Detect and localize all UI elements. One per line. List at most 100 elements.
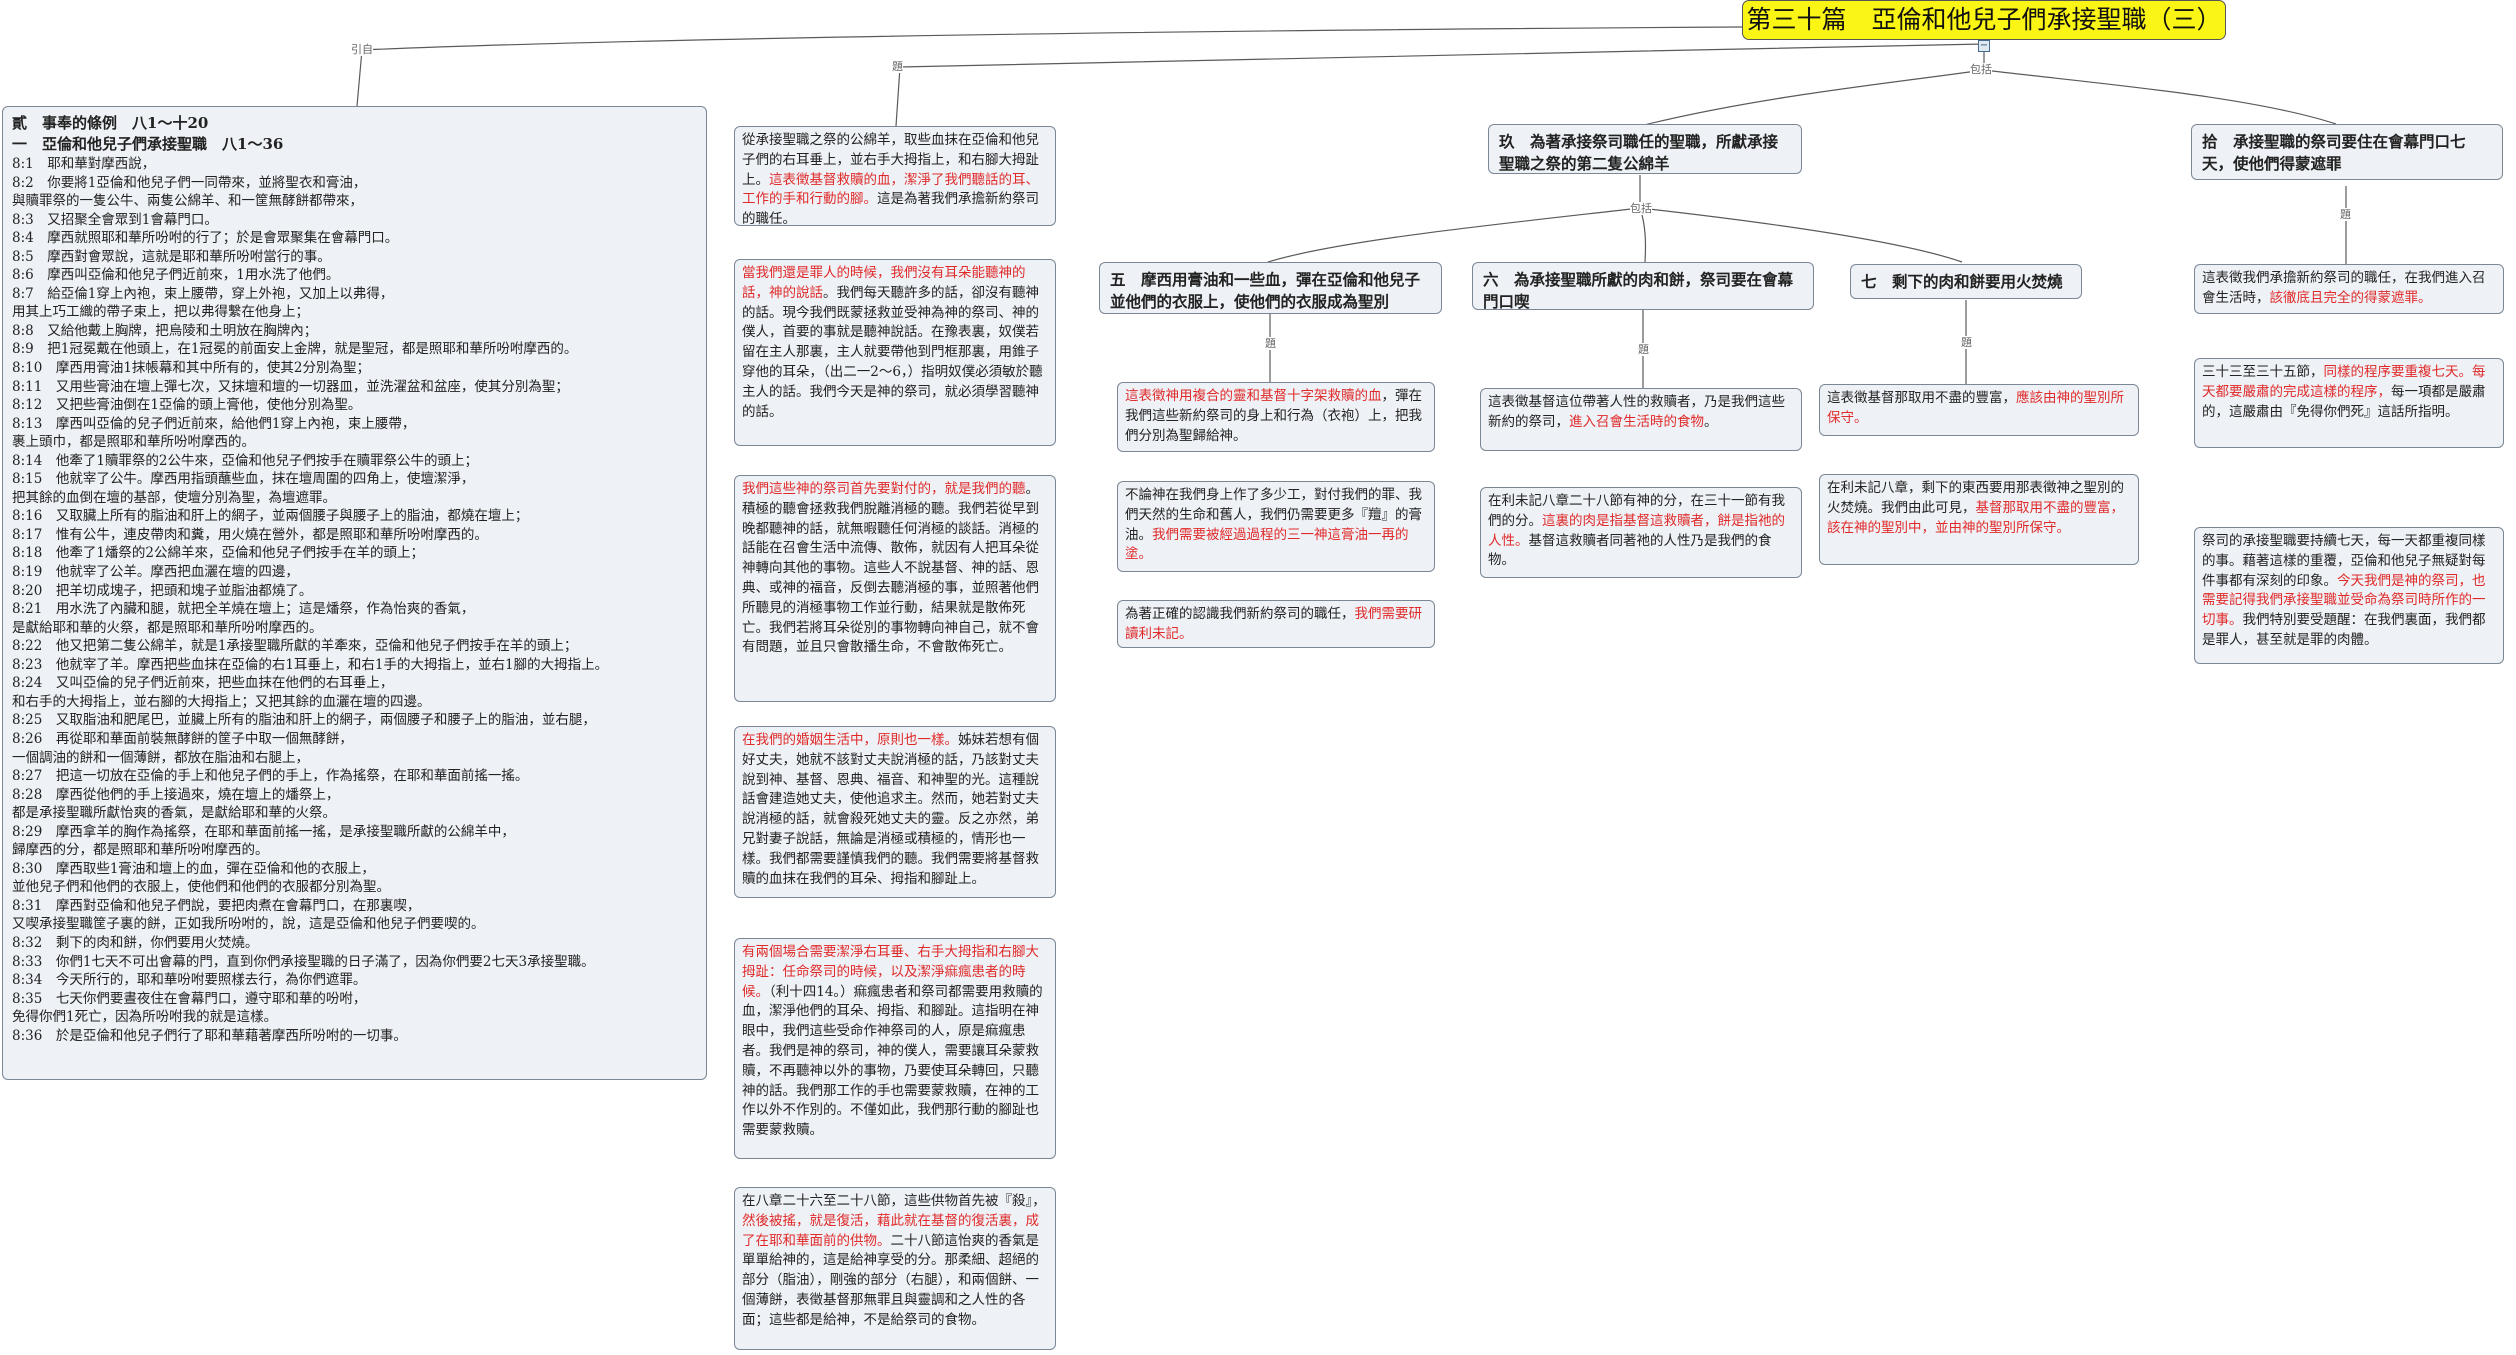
map-title[interactable]: 第三十篇 亞倫和他兒子們承接聖職（三） (1742, 0, 2226, 40)
note-node-sub6-food[interactable]: 這表徵基督這位帶著人性的救贖者，乃是我們這些新約的祭司，進入召會生活時的食物。 (1480, 388, 1802, 451)
scripture-line: 8:15 他就宰了公牛。摩西用指頭蘸些血，抹在壇周圍的四角上，使壇潔淨， (12, 471, 475, 488)
note-node-sub7-holiness[interactable]: 在利未記八章，剩下的東西要用那表徵神之聖別的火焚燒。我們由此可見，基督那取用不盡… (1819, 474, 2139, 565)
scripture-line: 8:5 摩西對會眾說，這就是耶和華所吩咐當行的事。 (12, 248, 331, 265)
note-node-b10-remember[interactable]: 祭司的承接聖職要持續七天，每一天都重複同樣的事。藉著這樣的重覆，亞倫和他兒子無疑… (2194, 527, 2504, 664)
scripture-line: 和右手的大拇指上，並右腳的大拇指上；又把其餘的血灑在壇的四邊。 (12, 693, 431, 710)
scripture-line: 歸摩西的分，都是照耶和華所吩咐摩西的。 (12, 842, 269, 859)
note-text: 。 (1704, 413, 1718, 430)
scripture-subheading: 一 亞倫和他兒子們承接聖職 八1～36 (12, 135, 284, 153)
emphasis-text: 我們這些神的祭司首先要對付的，就是我們的聽 (742, 481, 1026, 497)
scripture-line: 8:22 他又把第二隻公綿羊，就是1承接聖職所獻的羊牽來，亞倫和他兒子們按手在羊… (12, 638, 578, 655)
note-node-sub5-spirit-blood[interactable]: 這表徵神用複合的靈和基督十字架救贖的血，彈在我們這些新約祭司的身上和行為（衣袍）… (1117, 382, 1435, 452)
scripture-line: 8:14 他牽了1贖罪祭的2公牛來，亞倫和他兒子們按手在贖罪祭公牛的頭上； (12, 452, 478, 469)
scripture-line: 免得你們1死亡，因為所吩咐我的就是這樣。 (12, 1009, 278, 1026)
scripture-verses: 8:1 耶和華對摩西說， 8:2 你要將1亞倫和他兒子們一同帶來，並將聖衣和膏油，… (12, 155, 697, 1045)
note-node-blood-ear[interactable]: 從承接聖職之祭的公綿羊，取些血抹在亞倫和他兒子們的右耳垂上，並右手大拇指上，和右… (734, 126, 1056, 226)
scripture-line: 把其餘的血倒在壇的基部，使壇分別為聖，為壇遮罪。 (12, 489, 336, 506)
scripture-line: 8:4 摩西就照耶和華所吩咐的行了；於是會眾聚集在會幕門口。 (12, 230, 399, 247)
emphasis-text: 該徹底且完全的得蒙遮罪。 (2269, 289, 2432, 306)
scripture-line: 8:30 摩西取些1膏油和壇上的血，彈在亞倫和他的衣服上， (12, 860, 375, 877)
scripture-line: 8:18 他牽了1燔祭的2公綿羊來，亞倫和他兒子們按手在羊的頭上； (12, 545, 424, 562)
note-node-marriage[interactable]: 在我們的婚姻生活中，原則也一樣。姊妹若想有個好丈夫，她就不該對丈夫說消極的話，乃… (734, 726, 1056, 898)
note-text: 這表徵基督那取用不盡的豐富， (1827, 390, 2016, 406)
scripture-line: 8:6 摩西叫亞倫和他兒子們近前來，1用水洗了他們。 (12, 267, 340, 284)
note-node-sub6-portions[interactable]: 在利未記八章二十八節有神的分，在三十一節有我們的分。這裏的肉是指基督這救贖者，餅… (1480, 487, 1802, 578)
relation-label-includes: 包括 (1970, 63, 1992, 76)
scripture-line: 裹上頭巾，都是照耶和華所吩咐摩西的。 (12, 434, 255, 451)
relation-label-body: 題 (892, 60, 903, 73)
note-node-leper[interactable]: 有兩個場合需要潔淨右耳垂、右手大拇指和右腳大拇趾：任命祭司的時候，以及潔淨痲瘋患… (734, 938, 1056, 1159)
scripture-line: 8:35 七天你們要晝夜住在會幕門口，遵守耶和華的吩咐， (12, 990, 367, 1007)
scripture-line: 8:29 摩西拿羊的胸作為搖祭，在耶和華面前搖一搖，是承接聖職所獻的公綿羊中， (12, 823, 515, 840)
note-text: 姊妹若想有個好丈夫，她就不該對丈夫說消極的話，乃該對丈夫說到神、基督、恩典、福音… (742, 732, 1039, 887)
scripture-line: 8:11 又用些膏油在壇上彈七次，又抹壇和壇的一切器皿，並洗濯盆和盆座，使其分別… (12, 378, 569, 395)
scripture-line: 8:25 又取脂油和肥尾巴，並臟上所有的脂油和肝上的網子，兩個腰子和腰子上的脂油… (12, 712, 596, 729)
scripture-line: 8:27 把這一切放在亞倫的手上和他兒子們的手上，作為搖祭，在耶和華面前搖一搖。 (12, 768, 529, 785)
scripture-line: 8:31 摩西對亞倫和他兒子們說，要把肉煮在會幕門口，在那裏喫， (12, 897, 421, 914)
scripture-line: 8:17 惟有公牛，連皮帶肉和糞，用火燒在營外，都是照耶和華所吩咐摩西的。 (12, 526, 488, 543)
scripture-line: 8:24 又叫亞倫的兒子們近前來，把些血抹在他們的右耳垂上， (12, 675, 394, 692)
note-text: 在八章二十六至二十八節，這些供物首先被『殺』， (742, 1193, 1046, 1209)
scripture-line: 8:13 摩西叫亞倫的兒子們近前來，給他們1穿上內袍，束上腰帶， (12, 415, 416, 432)
scripture-line: 8:3 又招聚全會眾到1會幕門口。 (12, 211, 218, 228)
scripture-line: 8:1 耶和華對摩西說， (12, 156, 156, 172)
relation-label-body-7: 題 (1961, 336, 1972, 349)
scripture-line: 8:16 又取臟上所有的脂油和肝上的網子，並兩個腰子與腰子上的脂油，都燒在壇上； (12, 508, 529, 525)
scripture-line: 8:32 剩下的肉和餅，你們要用火焚燒。 (12, 934, 259, 951)
scripture-line: 8:34 今天所行的，耶和華吩咐要照樣去行，為你們遮罪。 (12, 972, 367, 989)
emphasis-text: 這表徵神用複合的靈和基督十字架救贖的血 (1125, 388, 1382, 404)
note-node-our-hearing[interactable]: 我們這些神的祭司首先要對付的，就是我們的聽。積極的聽會拯救我們脫離消極的聽。我們… (734, 475, 1056, 702)
relation-label-body-10: 題 (2340, 208, 2351, 221)
relation-label-includes-sub: 包括 (1630, 202, 1652, 215)
scripture-line: 都是承接聖職所獻怡爽的香氣，是獻給耶和華的火祭。 (12, 805, 336, 822)
emphasis-text: 在我們的婚姻生活中，原則也一樣。 (742, 732, 958, 748)
scripture-line: 8:33 你們1七天不可出會幕的門，直到你們承接聖職的日子滿了，因為你們要2七天… (12, 953, 595, 970)
scripture-line: 並他兒子們和他們的衣服上，使他們和他們的衣服都分別為聖。 (12, 879, 390, 896)
scripture-line: 8:9 把1冠冕戴在他頭上，在1冠冕的前面安上金牌，就是聖冠，都是照耶和華所吩咐… (12, 341, 578, 358)
collapse-icon[interactable]: − (1978, 40, 1990, 52)
emphasis-text: 我們需要被經過過程的三一神這膏油一再的塗。 (1125, 526, 1409, 563)
scripture-line: 8:19 他就宰了公羊。摩西把血灑在壇的四邊， (12, 564, 299, 581)
note-node-wave-offering[interactable]: 在八章二十六至二十八節，這些供物首先被『殺』，然後被搖，就是復活，藉此就在基督的… (734, 1187, 1056, 1350)
scripture-line: 8:8 又給他戴上胸牌，把烏陵和土明放在胸牌內； (12, 322, 318, 339)
scripture-line: 8:10 摩西用膏油1抹帳幕和其中所有的，使其2分別為聖； (12, 360, 370, 377)
note-text: 基督這救贖者同著祂的人性乃是我們的食物。 (1488, 532, 1772, 569)
note-text: 為著正確的認識我們新約祭司的職任， (1125, 606, 1355, 622)
branch-9-sub-5-title[interactable]: 五 摩西用膏油和一些血，彈在亞倫和他兒子並他們的衣服上，使他們的衣服成為聖別 (1099, 262, 1442, 314)
scripture-line: 又喫承接聖職筐子裏的餅，正如我所吩咐的，說，這是亞倫和他兒子們要喫的。 (12, 916, 485, 933)
branch-9-title[interactable]: 玖 為著承接祭司職任的聖職，所獻承接聖職之祭的第二隻公綿羊 (1488, 124, 1802, 174)
scripture-line: 8:36 於是亞倫和他兒子們行了耶和華藉著摩西所吩咐的一切事。 (12, 1027, 407, 1044)
note-node-sub5-ointment[interactable]: 不論神在我們身上作了多少工，對付我們的罪、我們天然的生命和舊人，我們仍需要更多『… (1117, 481, 1435, 572)
scripture-line: 8:21 用水洗了內臟和腿，就把全羊燒在壇上；這是燔祭，作為怡爽的香氣， (12, 601, 475, 618)
scripture-line: 8:23 他就宰了羊。摩西把些血抹在亞倫的右1耳垂上，和右1手的大拇指上，並右1… (12, 656, 609, 673)
branch-9-sub-6-title[interactable]: 六 為承接聖職所獻的肉和餅，祭司要在會幕門口喫 (1472, 262, 1814, 310)
scripture-line: 8:26 再從耶和華面前裝無酵餅的筐子中取一個無酵餅， (12, 730, 353, 747)
branch-10-title[interactable]: 拾 承接聖職的祭司要住在會幕門口七天，使他們得蒙遮罪 (2191, 124, 2503, 180)
scripture-line: 8:7 給亞倫1穿上內袍，束上腰帶，穿上外袍，又加上以弗得， (12, 285, 394, 302)
note-text: （利十四14。）痲瘋患者和祭司都需要用救贖的血，潔淨他們的耳朵、拇指、和腳趾。這… (742, 983, 1043, 1139)
scripture-line: 是獻給耶和華的火祭，都是照耶和華所吩咐摩西的。 (12, 619, 323, 636)
note-node-sub5-study[interactable]: 為著正確的認識我們新約祭司的職任，我們需要研讀利未記。 (1117, 600, 1435, 648)
scripture-node[interactable]: 貳 事奉的條例 八1～十20 一 亞倫和他兒子們承接聖職 八1～36 8:1 耶… (2, 106, 707, 1080)
scripture-line: 8:12 又把些膏油倒在1亞倫的頭上膏他，使他分別為聖。 (12, 397, 362, 414)
note-text: 。積極的聽會拯救我們脫離消極的聽。我們若從早到晚都聽神的話，就無暇聽任何消極的談… (742, 481, 1039, 656)
scripture-line: 用其上巧工織的帶子束上，把以弗得繫在他身上； (12, 304, 309, 321)
note-node-sub7-riches[interactable]: 這表徵基督那取用不盡的豐富，應該由神的聖別所保守。 (1819, 384, 2139, 436)
note-text: 。我們每天聽許多的話，卻沒有聽神的話。現今我們既蒙拯救並受神為神的祭司、神的僕人… (742, 284, 1043, 420)
relation-label-citation: 引自 (351, 43, 373, 56)
note-text: 三十三至三十五節， (2202, 364, 2324, 380)
scripture-line: 8:28 摩西從他們的手上接過來，燒在壇上的燔祭上， (12, 786, 340, 803)
scripture-line: 與贖罪祭的一隻公牛、兩隻公綿羊、和一筐無酵餅都帶來， (12, 193, 363, 210)
note-node-b10-covering[interactable]: 這表徵我們承擔新約祭司的職任，在我們進入召會生活時，該徹底且完全的得蒙遮罪。 (2194, 264, 2504, 314)
relation-label-body-5: 題 (1265, 337, 1276, 350)
note-text: 我們特別要受題醒：在我們裏面，我們都是罪人，甚至就是罪的肉體。 (2202, 612, 2486, 648)
scripture-line: 8:2 你要將1亞倫和他兒子們一同帶來，並將聖衣和膏油， (12, 174, 367, 191)
scripture-line: 8:20 把羊切成塊子，把頭和塊子並脂油都燒了。 (12, 582, 313, 599)
note-node-b10-seven-days[interactable]: 三十三至三十五節，同樣的程序要重複七天。每天都要嚴肅的完成這樣的程序，每一項都是… (2194, 358, 2504, 448)
branch-9-sub-7-title[interactable]: 七 剩下的肉和餅要用火焚燒 (1850, 264, 2082, 299)
scripture-line: 一個調油的餅和一個薄餅，都放在脂油和右腿上， (12, 749, 309, 766)
note-node-hear-god[interactable]: 當我們還是罪人的時候，我們沒有耳朵能聽神的話，神的說話。我們每天聽許多的話，卻沒… (734, 259, 1056, 446)
emphasis-text: 進入召會生活時的食物 (1569, 413, 1704, 430)
scripture-heading: 貳 事奉的條例 八1～十20 (12, 114, 209, 132)
relation-label-body-6: 題 (1638, 343, 1649, 356)
